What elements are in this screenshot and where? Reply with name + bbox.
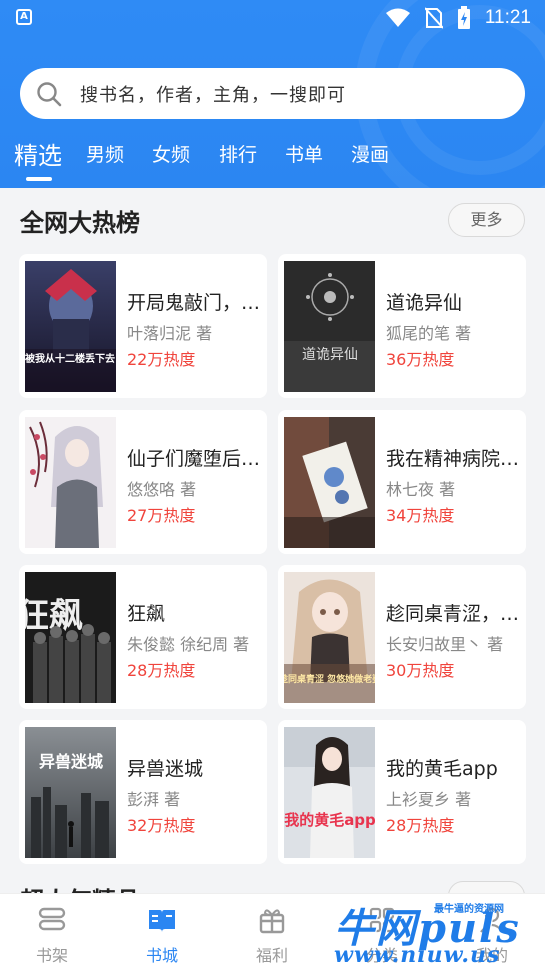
book-card[interactable]: 被我从十二楼丢下去 开局鬼敲门，被我从十二楼丢下去 叶落归泥 著 22万热度 <box>19 254 267 398</box>
book-city-icon <box>149 910 175 932</box>
book-heat: 22万热度 <box>127 350 196 369</box>
book-heat: 27万热度 <box>127 506 196 525</box>
book-author: 上衫夏乡 著 <box>386 790 472 809</box>
book-cover: 道诡异仙 <box>284 261 375 392</box>
book-author: 林七夜 著 <box>386 480 456 499</box>
book-card[interactable]: 狂飙 狂飙 朱俊懿 徐纪周 著 28万热度 <box>19 565 267 709</box>
cover-title-text: 被我从十二楼丢下去 <box>25 352 115 365</box>
book-card[interactable]: 仙子们魔堕后，悔不当初 悠悠咯 著 27万热度 <box>19 410 267 554</box>
book-cover <box>25 417 116 548</box>
bookshelf-icon <box>38 907 66 931</box>
nav-label: 书城 <box>145 946 178 965</box>
cover-title-text: 道诡异仙 <box>302 347 358 363</box>
book-card[interactable]: 趁同桌青涩 忽悠她做老婆 趁同桌青涩，忽悠她做老婆 长安归故里丶 著 30万热度 <box>278 565 526 709</box>
tab-ranking[interactable]: 排行 <box>219 140 257 167</box>
book-card[interactable]: 我在精神病院学斩神 林七夜 著 34万热度 <box>278 410 526 554</box>
gift-icon <box>259 909 285 934</box>
battery-charging-icon <box>457 6 470 29</box>
book-heat: 30万热度 <box>386 661 455 680</box>
nav-welfare[interactable]: 福利 <box>232 906 312 966</box>
book-cover: 狂飙 <box>25 572 116 703</box>
status-bar: A 11:21 <box>0 0 545 36</box>
search-bar[interactable]: 搜书名，作者，主角，一搜即可 <box>20 68 525 119</box>
book-heat: 36万热度 <box>386 350 455 369</box>
book-cover: 被我从十二楼丢下去 <box>25 261 116 392</box>
book-cover: 异兽迷城 <box>25 727 116 858</box>
tab-featured[interactable]: 精选 <box>14 136 62 171</box>
book-author: 悠悠咯 著 <box>127 480 197 499</box>
no-sim-icon <box>424 7 443 29</box>
nav-book-city[interactable]: 书城 <box>122 906 202 966</box>
book-title: 我在精神病院学斩神 <box>386 448 520 470</box>
app-header: A 11:21 搜书名，作者，主角，一搜即可 精选 男频 女频 排行 书单 漫画 <box>0 0 545 188</box>
cover-title-text: 我的黄毛app <box>284 811 375 829</box>
book-author: 叶落归泥 著 <box>127 324 213 343</box>
watermark-tagline: 最牛逼的资源网 <box>434 904 504 915</box>
tab-booklist[interactable]: 书单 <box>285 140 323 167</box>
book-title: 狂飙 <box>127 603 166 625</box>
book-author: 朱俊懿 徐纪周 著 <box>127 635 250 654</box>
book-heat: 34万热度 <box>386 506 455 525</box>
book-cover: 我的黄毛app <box>284 727 375 858</box>
wifi-icon <box>385 8 410 27</box>
section-title: 全网大热榜 <box>20 209 140 237</box>
tab-male[interactable]: 男频 <box>86 140 124 167</box>
book-heat: 28万热度 <box>127 661 196 680</box>
book-author: 狐尾的笔 著 <box>386 324 472 343</box>
clock: 11:21 <box>484 7 531 28</box>
watermark-url: www.niuw.us <box>334 942 501 968</box>
nav-label: 福利 <box>255 946 288 965</box>
search-icon <box>37 81 62 106</box>
book-heat: 32万热度 <box>127 816 196 835</box>
cover-title-text: 异兽迷城 <box>39 752 103 771</box>
book-title: 开局鬼敲门，被我从十二楼丢下去 <box>127 292 261 314</box>
app-notification-icon: A <box>16 9 32 25</box>
book-title: 趁同桌青涩，忽悠她做老婆 <box>386 603 520 625</box>
book-card[interactable]: 我的黄毛app 我的黄毛app 上衫夏乡 著 28万热度 <box>278 720 526 864</box>
book-card[interactable]: 异兽迷城 异兽迷城 彭湃 著 32万热度 <box>19 720 267 864</box>
search-placeholder: 搜书名，作者，主角，一搜即可 <box>80 84 346 106</box>
more-button[interactable]: 更多 <box>448 203 525 237</box>
tab-female[interactable]: 女频 <box>152 140 190 167</box>
watermark: 牛网puls 最牛逼的资源网 www.niuw.us <box>334 898 539 970</box>
book-card[interactable]: 道诡异仙 道诡异仙 狐尾的笔 著 36万热度 <box>278 254 526 398</box>
nav-label: 书架 <box>35 946 68 965</box>
active-tab-indicator <box>26 177 52 181</box>
nav-bookshelf[interactable]: 书架 <box>12 906 92 966</box>
book-author: 长安归故里丶 著 <box>386 635 504 654</box>
book-title: 仙子们魔堕后，悔不当初 <box>127 448 261 470</box>
book-title: 我的黄毛app <box>386 758 498 780</box>
book-cover <box>284 417 375 548</box>
book-heat: 28万热度 <box>386 816 455 835</box>
cover-title-text: 趁同桌青涩 忽悠她做老婆 <box>284 673 375 685</box>
book-title: 异兽迷城 <box>127 758 204 780</box>
book-cover: 趁同桌青涩 忽悠她做老婆 <box>284 572 375 703</box>
book-title: 道诡异仙 <box>386 292 463 314</box>
book-author: 彭湃 著 <box>127 790 181 809</box>
category-tabs: 精选 男频 女频 排行 书单 漫画 <box>0 136 545 186</box>
tab-comics[interactable]: 漫画 <box>351 140 389 167</box>
